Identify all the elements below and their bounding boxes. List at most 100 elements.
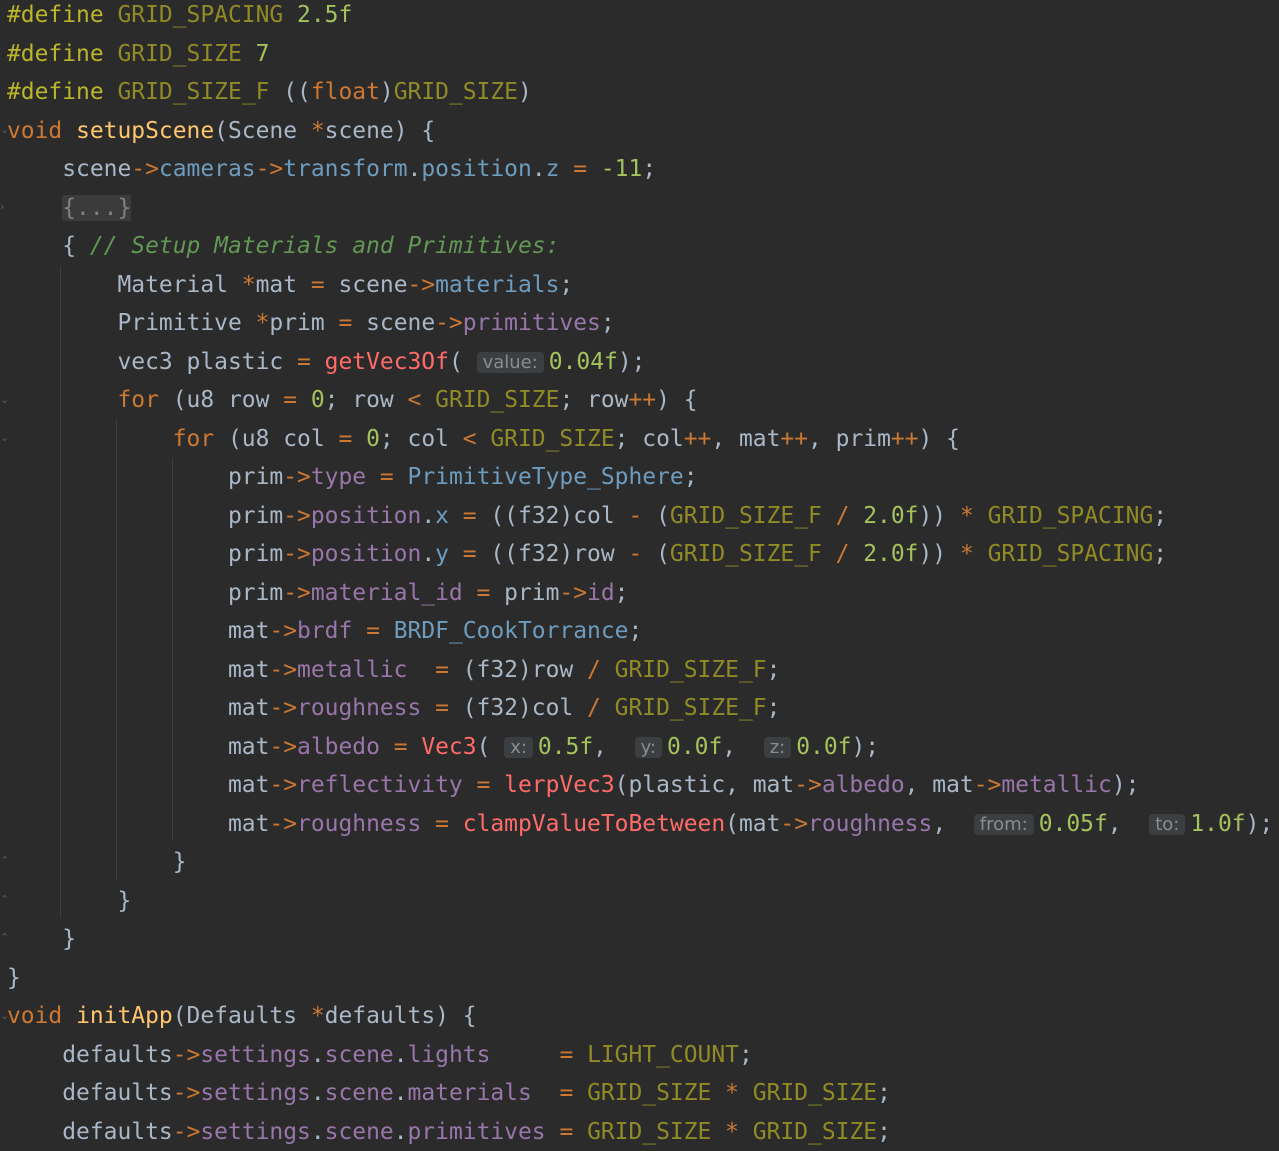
code-line[interactable]: Material *mat = scene->materials; <box>7 266 573 304</box>
code-line[interactable]: mat->brdf = BRDF_CookTorrance; <box>7 612 642 650</box>
code-token: , mat <box>711 425 781 452</box>
code-token: * <box>310 1003 325 1029</box>
code-token: ; <box>766 695 781 721</box>
code-line[interactable]: for (u8 col = 0; col < GRID_SIZE; col++,… <box>7 420 960 458</box>
code-line[interactable]: mat->reflectivity = lerpVec3(plastic, ma… <box>7 766 1140 804</box>
code-line[interactable]: prim->material_id = prim->id; <box>7 574 629 612</box>
code-line[interactable]: prim->position.x = ((f32)col - (GRID_SIZ… <box>7 497 1167 535</box>
fold-marker-icon[interactable]: ⌃ <box>0 855 9 867</box>
code-token: (u8 col <box>214 425 339 452</box>
code-token: defaults) { <box>324 1003 477 1029</box>
code-line[interactable]: { // Setup Materials and Primitives: <box>7 227 559 265</box>
code-token: getVec3Of <box>324 348 449 375</box>
code-line[interactable]: void initApp(Defaults *defaults) { <box>7 997 477 1035</box>
code-token: #define <box>7 2 104 28</box>
code-token: = <box>435 695 449 721</box>
code-line[interactable]: for (u8 row = 0; row < GRID_SIZE; row++)… <box>7 381 698 419</box>
code-line[interactable]: #define GRID_SIZE 7 <box>7 35 269 73</box>
fold-marker-icon[interactable]: › <box>0 201 6 213</box>
code-token: materials <box>435 271 560 298</box>
code-token: ((f32)col <box>476 502 629 529</box>
code-token: ; <box>1153 541 1168 567</box>
fold-marker-icon[interactable]: ⌄ <box>0 1010 9 1022</box>
code-line[interactable]: mat->roughness = clampValueToBetween(mat… <box>7 805 1273 843</box>
code-token: } <box>7 887 132 914</box>
code-line[interactable]: Primitive *prim = scene->primitives; <box>7 304 615 342</box>
code-line[interactable]: void setupScene(Scene *scene) { <box>7 112 435 150</box>
code-line[interactable]: {...} <box>7 189 132 227</box>
code-token: Vec3 <box>421 733 477 760</box>
code-token: scene <box>324 1080 394 1106</box>
code-token: id <box>587 579 615 606</box>
code-token: ; <box>1153 502 1168 529</box>
code-line[interactable]: scene->cameras->transform.position.z = -… <box>7 150 656 188</box>
fold-marker-icon[interactable]: ⌄ <box>0 432 9 444</box>
code-token: -> <box>269 656 298 683</box>
code-token: = <box>379 464 394 490</box>
code-token: void <box>7 117 63 144</box>
code-token: ( <box>476 733 505 760</box>
code-token: float <box>310 79 380 105</box>
code-token: mat <box>7 733 270 760</box>
code-line[interactable]: } <box>7 843 187 881</box>
code-line[interactable]: #define GRID_SPACING 2.5f <box>7 0 352 34</box>
code-token: scene <box>352 310 436 336</box>
code-token: = <box>435 810 449 837</box>
code-line[interactable]: prim->type = PrimitiveType_Sphere; <box>7 458 698 496</box>
code-token: 0.5f <box>537 733 594 760</box>
fold-marker-icon[interactable]: ⌃ <box>0 932 9 944</box>
code-token: ) { <box>656 387 698 413</box>
code-line[interactable]: vec3 plastic = getVec3Of( value: 0.04f); <box>7 343 645 381</box>
folded-region[interactable]: {...} <box>62 194 132 221</box>
code-token: scene <box>7 156 132 182</box>
code-line[interactable]: defaults->settings.scene.lights = LIGHT_… <box>7 1036 753 1074</box>
code-token: . <box>531 156 546 182</box>
code-token: defaults <box>7 1041 173 1068</box>
code-token: albedo <box>821 772 905 798</box>
fold-marker-icon[interactable]: ⌄ <box>0 124 9 136</box>
code-token: * <box>725 1080 739 1106</box>
code-token: ; <box>642 156 657 182</box>
code-token: GRID_SIZE_F <box>669 502 822 529</box>
code-line[interactable]: mat->albedo = Vec3( x: 0.5f, y: 0.0f, z: 0.… <box>7 728 879 766</box>
code-line[interactable]: prim->position.y = ((f32)row - (GRID_SIZ… <box>7 535 1167 573</box>
fold-marker-icon[interactable]: ⌃ <box>0 894 9 906</box>
code-line[interactable]: } <box>7 882 131 920</box>
code-line[interactable]: mat->metallic = (f32)row / GRID_SIZE_F; <box>7 651 780 689</box>
code-token: ++ <box>780 425 809 452</box>
code-token: 2.0f <box>863 541 919 567</box>
code-token: -> <box>255 156 284 182</box>
fold-marker-icon[interactable]: ⌄ <box>0 394 9 406</box>
code-line[interactable]: defaults->settings.scene.primitives = GR… <box>7 1113 891 1151</box>
code-token: #define <box>7 40 104 67</box>
code-token: z <box>545 156 560 182</box>
code-line[interactable]: } <box>7 920 76 958</box>
code-line[interactable]: #define GRID_SIZE_F ((float)GRID_SIZE) <box>7 73 532 111</box>
code-token: GRID_SIZE <box>587 1080 712 1106</box>
code-token: GRID_SPACING <box>117 2 284 28</box>
code-token: scene <box>324 1118 394 1145</box>
code-token: ((f32)row <box>476 541 629 567</box>
code-token: ; <box>600 310 615 336</box>
code-token: type <box>310 464 367 490</box>
code-line[interactable]: } <box>7 959 21 997</box>
code-token: settings <box>200 1041 311 1068</box>
code-line[interactable]: mat->roughness = (f32)col / GRID_SIZE_F; <box>7 689 780 727</box>
code-line[interactable]: defaults->settings.scene.materials = GRI… <box>7 1074 891 1112</box>
code-token: . <box>421 541 436 567</box>
code-editor[interactable]: ⌄ › ⌄ ⌄ ⌃ ⌃ ⌃ ⌄ #define GRID_SPACING 2.5… <box>0 0 1279 1151</box>
code-token: initApp <box>76 1003 173 1029</box>
